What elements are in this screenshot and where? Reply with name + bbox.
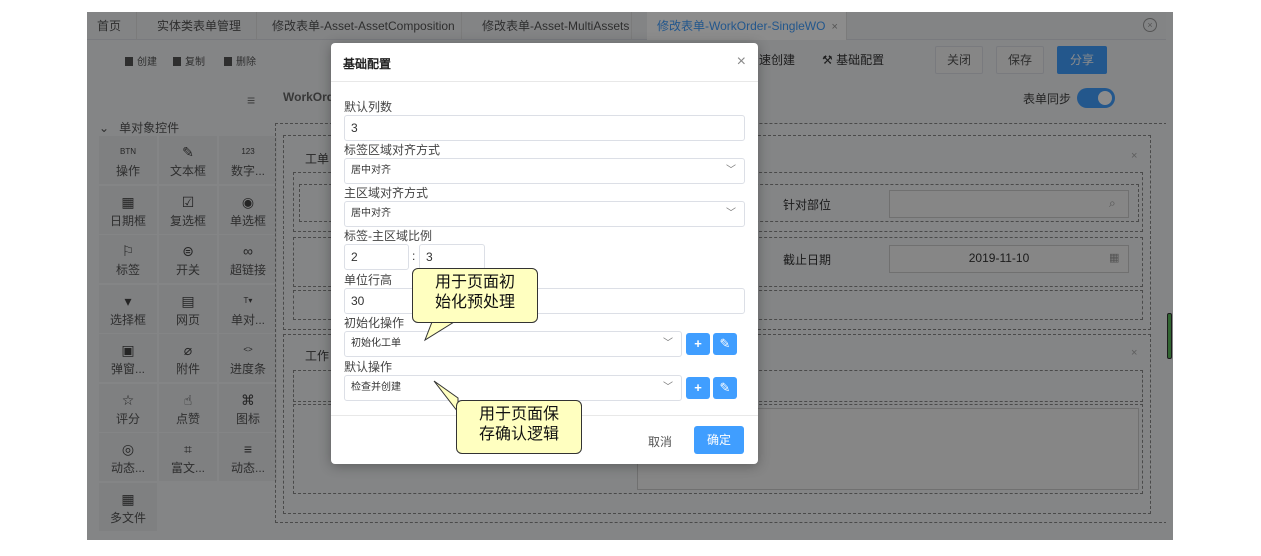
row-height-input[interactable]: 30 <box>344 288 745 314</box>
cancel-button[interactable]: 取消 <box>648 433 672 450</box>
main-align-select[interactable]: 居中对齐 ﹀ <box>344 201 745 227</box>
label-align-label: 标签区域对齐方式 <box>344 143 441 157</box>
callout-text: 用于页面保 <box>478 404 559 423</box>
init-op-value: 初始化工单 <box>351 338 401 349</box>
default-columns-input[interactable]: 3 <box>344 115 745 141</box>
row-height-label: 单位行高 <box>344 273 393 287</box>
default-op-value: 检查并创建 <box>351 382 401 393</box>
close-icon[interactable]: × <box>737 53 746 71</box>
default-columns-label: 默认列数 <box>344 100 393 114</box>
label-align-value: 居中对齐 <box>351 165 391 176</box>
ok-button[interactable]: 确定 <box>694 426 744 454</box>
ratio-label: 标签-主区域比例 <box>344 229 432 243</box>
callout-text: 始化预处理 <box>434 292 515 311</box>
init-op-label: 初始化操作 <box>344 316 405 330</box>
chevron-down-icon: ﹀ <box>663 338 673 349</box>
main-align-label: 主区域对齐方式 <box>344 186 429 200</box>
ratio-right-input[interactable]: 3 <box>419 244 485 270</box>
edit-default-op-button[interactable]: ✎ <box>713 377 737 399</box>
callout-text: 用于页面初 <box>434 272 515 291</box>
dialog-title: 基础配置 <box>343 57 392 71</box>
main-align-value: 居中对齐 <box>351 208 391 219</box>
callout-text: 存确认逻辑 <box>478 424 559 443</box>
pencil-icon: ✎ <box>719 336 731 351</box>
callout-save-note: 用于页面保 存确认逻辑 <box>456 400 582 454</box>
default-op-label: 默认操作 <box>344 360 393 374</box>
add-init-op-button[interactable]: + <box>686 333 710 355</box>
default-op-select[interactable]: 检查并创建 ﹀ <box>344 375 682 401</box>
ratio-left-input[interactable]: 2 <box>344 244 409 270</box>
callout-init-note: 用于页面初 始化预处理 <box>412 268 538 323</box>
divider <box>331 81 758 82</box>
chevron-down-icon: ﹀ <box>726 165 736 176</box>
init-op-select[interactable]: 初始化工单 ﹀ <box>344 331 682 357</box>
pencil-icon: ✎ <box>719 380 731 395</box>
label-align-select[interactable]: 居中对齐 ﹀ <box>344 158 745 184</box>
edit-init-op-button[interactable]: ✎ <box>713 333 737 355</box>
ratio-separator: : <box>412 249 416 263</box>
add-default-op-button[interactable]: + <box>686 377 710 399</box>
chevron-down-icon: ﹀ <box>663 382 673 393</box>
chevron-down-icon: ﹀ <box>726 208 736 219</box>
